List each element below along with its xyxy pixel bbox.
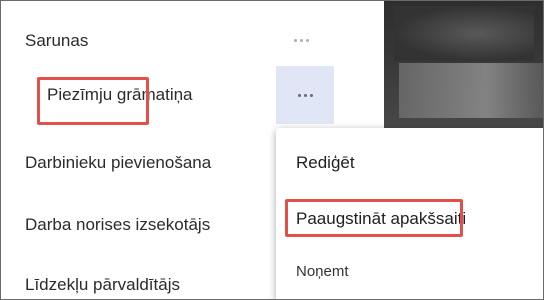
dot-icon <box>293 38 297 42</box>
context-menu: Rediģēt Paaugstināt apakšsaiti Noņemt <box>276 128 543 299</box>
nav-item-label[interactable]: Sarunas <box>25 31 88 51</box>
nav-item-label[interactable]: Līdzekļu pārvaldītājs <box>25 275 180 295</box>
menu-item-edit[interactable]: Rediģēt <box>296 148 355 178</box>
nav-item-sarunas[interactable]: Sarunas <box>1 17 334 65</box>
dot-icon <box>297 93 301 97</box>
dot-icon <box>305 38 309 42</box>
photo-region-middle <box>399 63 543 118</box>
more-options-button-active[interactable] <box>276 66 334 124</box>
highlight-box-promote <box>285 199 463 237</box>
nav-item-label[interactable]: Darbinieku pievienošana <box>25 153 211 173</box>
menu-item-remove[interactable]: Noņemt <box>296 256 349 286</box>
dot-icon <box>303 93 307 97</box>
dot-icon <box>309 93 313 97</box>
screenshot-frame: Sarunas Piezīmju grāmatiņa Darbinieku pi… <box>0 0 544 300</box>
photo-region-top <box>394 6 534 61</box>
highlight-box-subsite <box>37 77 149 125</box>
more-options-button[interactable] <box>290 31 312 49</box>
dot-icon <box>299 38 303 42</box>
nav-item-label[interactable]: Darba norises izsekotājs <box>25 215 210 235</box>
